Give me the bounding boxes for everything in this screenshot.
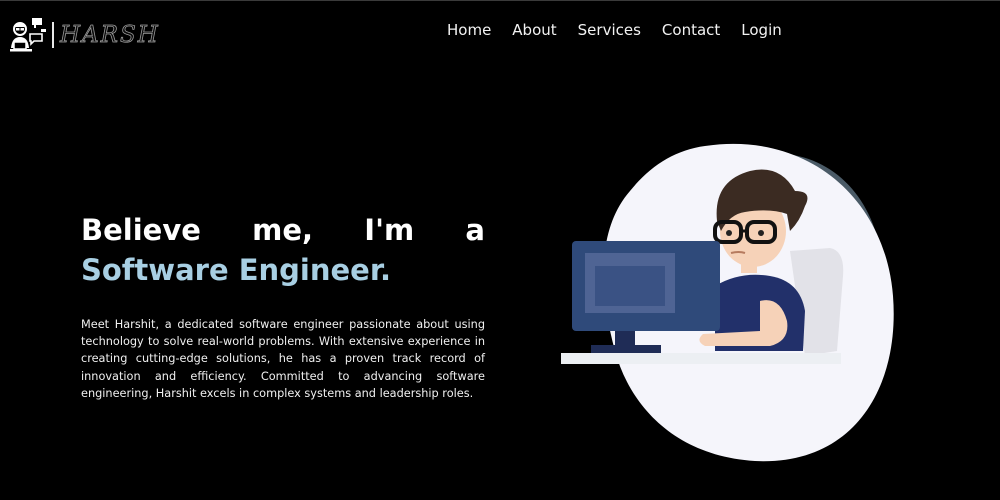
hero-highlight: Software Engineer. bbox=[81, 253, 392, 287]
hero-word: I'm bbox=[364, 213, 415, 247]
hero-heading: Believe me, I'm a bbox=[81, 210, 485, 250]
site-logo[interactable]: HARSH bbox=[8, 15, 160, 55]
hero-section: Believe me, I'm a Software Engineer. Mee… bbox=[81, 210, 485, 413]
logo-divider bbox=[52, 22, 54, 48]
nav-contact[interactable]: Contact bbox=[662, 20, 720, 40]
programmer-at-computer-illustration bbox=[561, 143, 894, 462]
hero-description: Meet Harshit, a dedicated software engin… bbox=[81, 318, 485, 400]
hero-word: Believe bbox=[81, 213, 201, 247]
hero-word: a bbox=[465, 213, 485, 247]
nav-services[interactable]: Services bbox=[578, 20, 641, 40]
nav-login[interactable]: Login bbox=[741, 20, 781, 40]
main-nav: Home About Services Contact Login bbox=[447, 20, 803, 40]
logo-text: HARSH bbox=[60, 22, 160, 49]
page: HARSH Home About Services Contact Login … bbox=[0, 0, 1000, 500]
developer-at-desk-icon bbox=[10, 18, 46, 52]
nav-home[interactable]: Home bbox=[447, 20, 491, 40]
nav-about[interactable]: About bbox=[512, 20, 556, 40]
hero-word: me, bbox=[252, 213, 314, 247]
